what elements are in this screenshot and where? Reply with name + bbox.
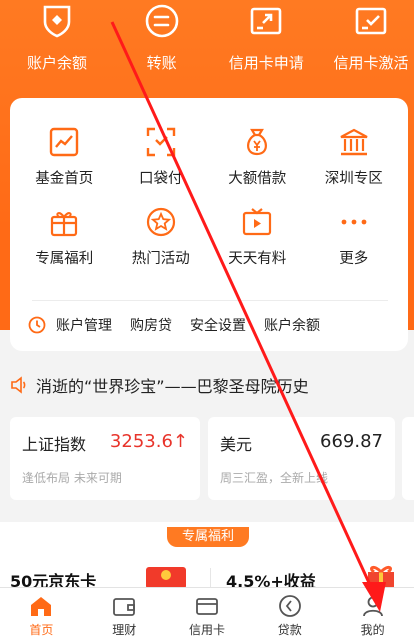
credit-card-icon [196,598,218,615]
tab-mine[interactable]: 我的 [331,588,414,643]
speaker-icon [11,376,26,394]
more-icon [341,219,367,225]
service-big-loan[interactable]: 大额借款 [209,126,306,188]
service-label: 深圳专区 [324,171,383,187]
service-label: 基金首页 [35,171,94,187]
service-label: 热门活动 [131,251,190,267]
welfare-tag: 专属福利 [167,527,249,547]
service-label: 口袋付 [139,171,183,187]
account-balance-label: 账户余额 [26,54,87,72]
card-check-icon [355,7,387,35]
service-shenzhen-zone[interactable]: 深圳专区 [306,126,403,188]
credit-card-apply-action[interactable]: 信用卡申请 [223,0,309,85]
service-label: 更多 [339,251,369,267]
tab-wealth[interactable]: 理财 [83,588,166,643]
account-balance-action[interactable]: 账户余额 [14,0,100,85]
service-label: 专属福利 [35,251,94,267]
quote-value-number: 669.87 [320,431,383,452]
user-icon [362,596,383,617]
news-notice[interactable]: 消逝的“世界珍宝”——巴黎圣母院历史 [10,373,309,397]
service-fund-home[interactable]: 基金首页 [16,126,113,188]
notice-text: 消逝的“世界珍宝”——巴黎圣母院历史 [36,377,309,396]
account-management-link[interactable]: 账户管理 [56,315,112,335]
tab-label: 贷款 [277,623,302,637]
tab-loan[interactable]: 贷款 [248,588,331,643]
card-upload-icon [251,7,282,35]
account-balance-link[interactable]: 账户余额 [264,315,320,335]
scan-icon [146,127,175,157]
quote-card-next[interactable] [402,417,414,500]
loan-icon [278,595,301,617]
home-icon [31,597,52,616]
chart-icon [50,127,79,157]
top-actions: 账户余额 转账 信用卡申请 信用卡激活 [0,0,414,85]
red-envelope-icon [146,567,186,589]
quote-value-number: 3253.6 [109,431,173,452]
service-more[interactable]: 更多 [306,206,403,268]
service-label: 天天有料 [228,251,287,267]
service-exclusive-benefits[interactable]: 专属福利 [16,206,113,268]
shield-icon [43,5,71,38]
credit-card-activate-label: 信用卡激活 [333,54,409,72]
quote-value: 669.87 [320,431,383,452]
tab-home[interactable]: 首页 [0,588,83,643]
tab-credit-card[interactable]: 信用卡 [166,588,249,643]
tab-label: 我的 [360,623,385,637]
service-hot-events[interactable]: 热门活动 [113,206,210,268]
tab-label: 首页 [29,623,54,637]
service-pocket-pay[interactable]: 口袋付 [113,126,210,188]
bottom-tab-bar: 首页 理财 信用卡 贷款 我的 [0,587,414,643]
account-links-row: 账户管理 购房贷 安全设置 账户余额 [28,315,338,335]
services-card: 基金首页 口袋付 大额借款 深圳专区 专属福利 热门活动 天天有料 更多 账户管… [10,98,408,351]
credit-card-apply-label: 信用卡申请 [228,54,304,72]
tv-icon [243,208,272,236]
gift-box-icon [368,565,394,590]
up-arrow-icon: ↑ [172,431,188,452]
service-daily-content[interactable]: 天天有料 [209,206,306,268]
clock-icon [28,316,46,334]
bank-building-icon [340,128,368,156]
transfer-icon [145,4,178,38]
service-label: 大额借款 [228,171,287,187]
services-divider [32,300,388,301]
quote-card-shanghai-index[interactable]: 上证指数 3253.6↑ 逢低布局 未来可期 [10,417,200,500]
home-loan-link[interactable]: 购房贷 [130,315,172,335]
quote-card-usd[interactable]: 美元 669.87 周三汇盈，全新上线 [208,417,395,500]
money-bag-icon [247,128,268,156]
transfer-label: 转账 [146,54,177,72]
quote-value: 3253.6↑ [110,431,188,452]
transfer-action[interactable]: 转账 [119,0,205,85]
security-settings-link[interactable]: 安全设置 [190,315,246,335]
services-grid: 基金首页 口袋付 大额借款 深圳专区 专属福利 热门活动 天天有料 更多 [10,98,408,268]
star-icon [146,207,175,237]
quote-subtext: 逢低布局 未来可期 [22,471,122,485]
gift-icon [51,212,78,237]
quote-subtext: 周三汇盈，全新上线 [220,471,329,485]
tab-label: 理财 [112,623,137,637]
wallet-icon [113,598,136,616]
credit-card-activate-action[interactable]: 信用卡激活 [328,0,414,85]
tab-label: 信用卡 [188,623,225,637]
